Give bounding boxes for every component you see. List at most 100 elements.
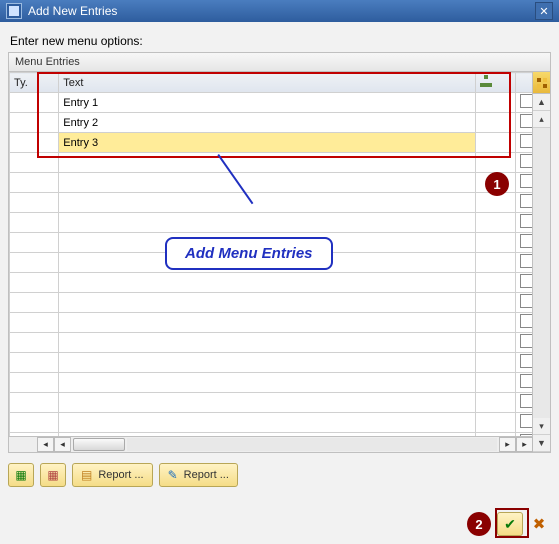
cell-hier[interactable]	[475, 313, 515, 333]
text-input[interactable]	[63, 137, 471, 149]
cell-hier[interactable]	[475, 393, 515, 413]
cell-hier[interactable]	[475, 293, 515, 313]
cell-text[interactable]	[59, 353, 476, 373]
col-type[interactable]: Ty.	[10, 73, 59, 93]
cell-hier[interactable]	[475, 93, 515, 113]
cell-text[interactable]	[59, 293, 476, 313]
scroll-line-up-button[interactable]: ▴	[533, 111, 550, 128]
cell-text[interactable]	[59, 333, 476, 353]
cell-type[interactable]	[10, 253, 59, 273]
table-right-strip: ▲ ▴ ▾ ▼	[532, 72, 550, 452]
vscroll-track[interactable]	[533, 128, 550, 418]
cell-hier[interactable]	[475, 333, 515, 353]
report-button-1-label: Report ...	[98, 469, 143, 481]
hscroll-left-button[interactable]: ◂	[54, 437, 71, 452]
cell-type[interactable]	[10, 353, 59, 373]
annotation-bubble-1: 1	[485, 172, 509, 196]
hscroll-thumb[interactable]	[73, 438, 125, 451]
report-button-2-label: Report ...	[184, 469, 229, 481]
cell-hier[interactable]	[475, 233, 515, 253]
annotation-bubble-2: 2	[467, 512, 491, 536]
annotation-callout: Add Menu Entries	[165, 237, 333, 270]
cell-type[interactable]	[10, 93, 59, 113]
cell-hier[interactable]	[475, 353, 515, 373]
cell-type[interactable]	[10, 313, 59, 333]
table-row[interactable]	[10, 173, 551, 193]
cell-type[interactable]	[10, 173, 59, 193]
cell-text[interactable]	[59, 313, 476, 333]
scroll-down-button[interactable]: ▼	[533, 435, 550, 452]
report-button-2[interactable]: ✎ Report ...	[159, 463, 238, 487]
window-title: Add New Entries	[28, 4, 117, 18]
cell-type[interactable]	[10, 153, 59, 173]
scroll-up-button[interactable]: ▲	[533, 94, 550, 111]
cancel-button[interactable]: ✖	[529, 513, 549, 535]
title-bar: Add New Entries ✕	[0, 0, 559, 22]
cell-hier[interactable]	[475, 113, 515, 133]
cell-text[interactable]	[59, 373, 476, 393]
cell-type[interactable]	[10, 133, 59, 153]
col-text[interactable]: Text	[59, 73, 476, 93]
hscroll-right-button[interactable]: ▸	[499, 437, 516, 452]
table-row[interactable]	[10, 333, 551, 353]
table-row[interactable]: Entry 1/ACCGO/04000060	[10, 93, 551, 113]
cell-type[interactable]	[10, 373, 59, 393]
cell-hier[interactable]	[475, 273, 515, 293]
cell-type[interactable]	[10, 293, 59, 313]
table-row[interactable]: /ACCGO/04000060	[10, 133, 551, 153]
cell-hier[interactable]	[475, 253, 515, 273]
cell-hier[interactable]	[475, 133, 515, 153]
table-row[interactable]	[10, 273, 551, 293]
dialog-body: Enter new menu options: Menu Entries Ty.…	[0, 22, 559, 544]
footer-actions: 2 ✔ ✖	[467, 512, 549, 536]
cell-type[interactable]	[10, 193, 59, 213]
delete-row-button[interactable]: ▦	[40, 463, 66, 487]
cell-text[interactable]	[59, 153, 476, 173]
table-row[interactable]	[10, 213, 551, 233]
table-row[interactable]: Entry 2/ACCGO/04000060	[10, 113, 551, 133]
cell-text[interactable]: Entry 2	[59, 113, 476, 133]
cell-text[interactable]: Entry 1	[59, 93, 476, 113]
plus-row-icon: ▦	[15, 469, 26, 481]
cell-type[interactable]	[10, 113, 59, 133]
table-row[interactable]	[10, 353, 551, 373]
cell-hier[interactable]	[475, 373, 515, 393]
cell-text[interactable]	[59, 173, 476, 193]
cell-hier[interactable]	[475, 413, 515, 433]
table-row[interactable]	[10, 393, 551, 413]
cell-text[interactable]	[59, 133, 476, 153]
report-icon: ▤	[81, 469, 92, 481]
cell-text[interactable]	[59, 393, 476, 413]
col-hierarchy-icon[interactable]	[475, 73, 515, 93]
cell-type[interactable]	[10, 393, 59, 413]
cell-type[interactable]	[10, 213, 59, 233]
cell-text[interactable]	[59, 413, 476, 433]
table-row[interactable]	[10, 413, 551, 433]
cell-hier[interactable]	[475, 153, 515, 173]
cell-hier[interactable]	[475, 213, 515, 233]
cell-type[interactable]	[10, 273, 59, 293]
cell-type[interactable]	[10, 333, 59, 353]
table-row[interactable]	[10, 193, 551, 213]
add-row-button[interactable]: ▦	[8, 463, 34, 487]
hscroll-last-button[interactable]: ▸	[516, 437, 533, 452]
cell-text[interactable]	[59, 273, 476, 293]
cell-type[interactable]	[10, 413, 59, 433]
cell-text[interactable]	[59, 213, 476, 233]
cell-type[interactable]	[10, 233, 59, 253]
cell-text[interactable]	[59, 193, 476, 213]
annotation-callout-label: Add Menu Entries	[185, 245, 313, 262]
panel-title: Menu Entries	[9, 53, 550, 72]
report-button-1[interactable]: ▤ Report ...	[72, 463, 153, 487]
table-row[interactable]	[10, 313, 551, 333]
hscroll-first-button[interactable]: ◂	[37, 437, 54, 452]
close-button[interactable]: ✕	[535, 2, 553, 20]
window-icon	[6, 3, 22, 19]
scroll-line-down-button[interactable]: ▾	[533, 418, 550, 435]
table-row[interactable]	[10, 293, 551, 313]
table-configure-button[interactable]	[533, 72, 550, 94]
table-row[interactable]	[10, 153, 551, 173]
confirm-button[interactable]: ✔	[497, 512, 523, 536]
table-row[interactable]	[10, 373, 551, 393]
check-icon: ✔	[504, 516, 516, 533]
